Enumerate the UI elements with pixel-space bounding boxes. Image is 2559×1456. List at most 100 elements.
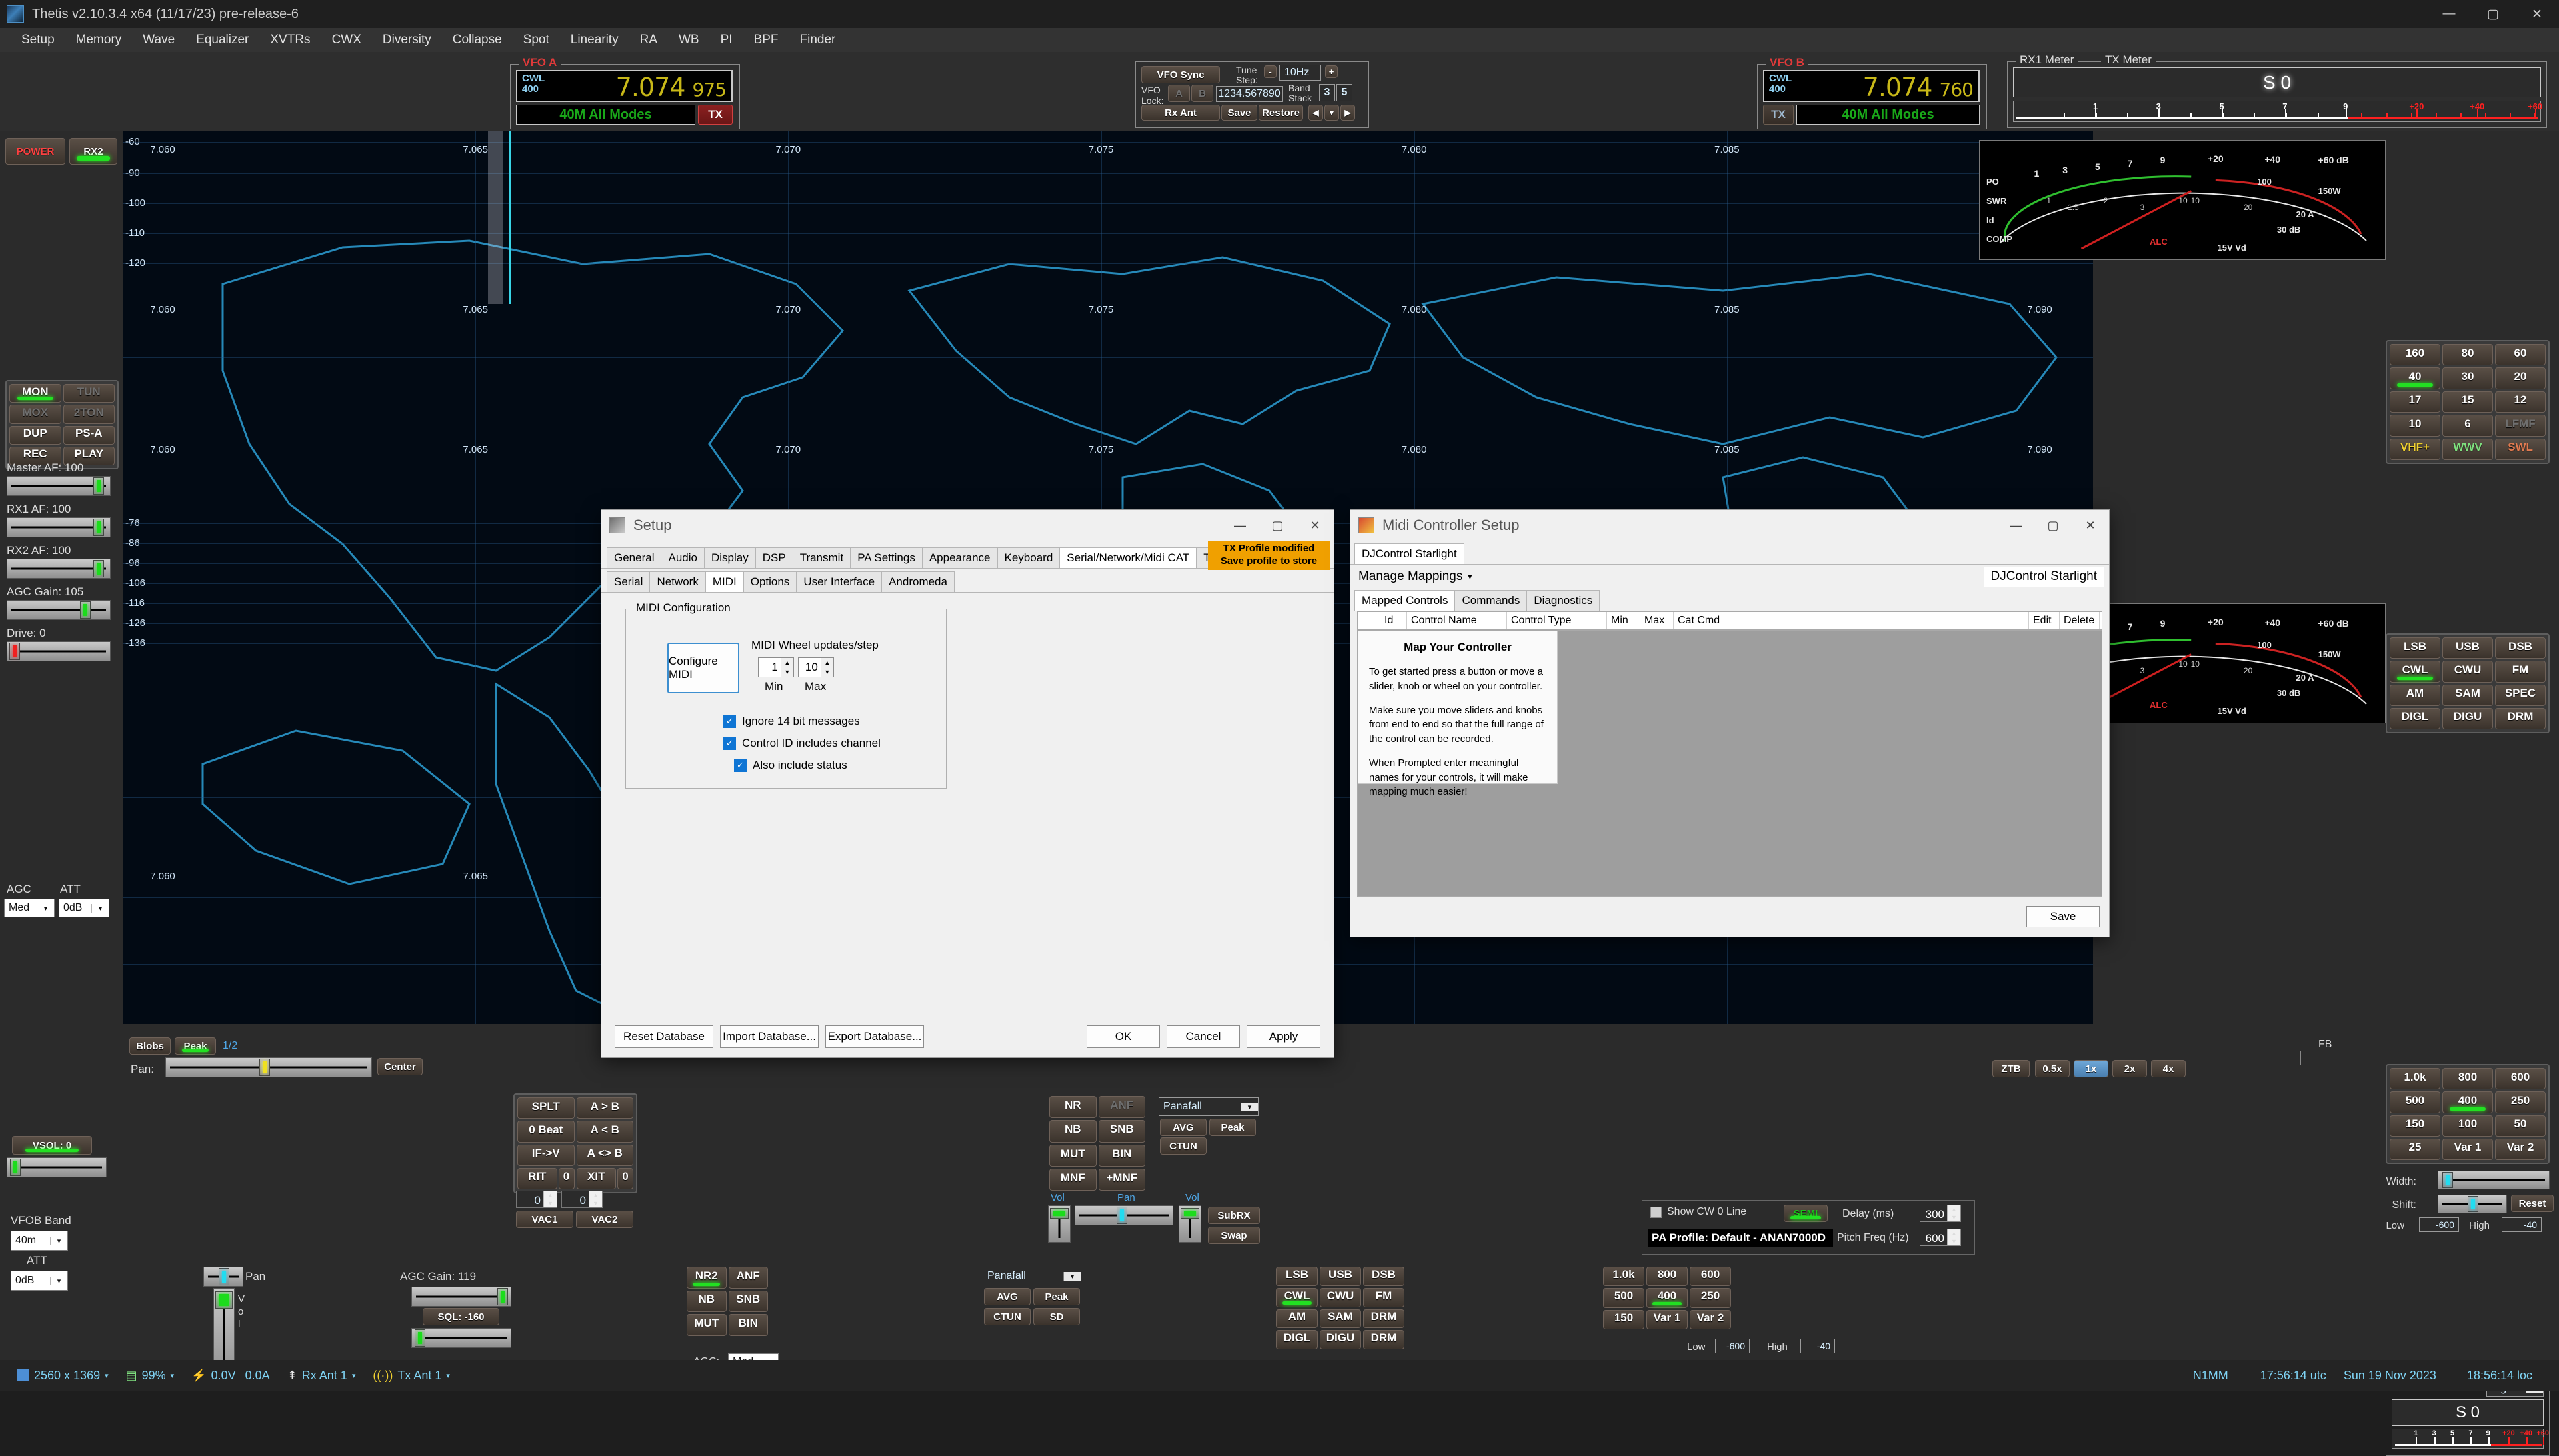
- rx2-mode-button-lsb[interactable]: LSB: [1276, 1267, 1318, 1286]
- af-slider-1[interactable]: [7, 517, 111, 537]
- rx1-pan-slider[interactable]: [1075, 1205, 1173, 1225]
- restore-button[interactable]: Restore: [1259, 105, 1303, 121]
- grid-column-blank-7[interactable]: [2020, 612, 2029, 629]
- dsp-rx1-nb[interactable]: NB: [1049, 1120, 1097, 1143]
- tune-step-value[interactable]: 10Hz: [1280, 65, 1321, 81]
- menu-item-equalizer[interactable]: Equalizer: [185, 30, 259, 50]
- setup-subtab-network[interactable]: Network: [649, 571, 706, 592]
- band-button-swl[interactable]: SWL: [2495, 438, 2546, 460]
- rx2-filter-button-600[interactable]: 600: [1690, 1267, 1731, 1287]
- vfo-lock-a-button[interactable]: A: [1168, 85, 1190, 102]
- zoom-button-4x[interactable]: 4x: [2151, 1060, 2186, 1077]
- setup-import-database--button[interactable]: Import Database...: [720, 1025, 819, 1048]
- rx2-mode-button-am[interactable]: AM: [1276, 1309, 1318, 1329]
- grid-column-blank-0[interactable]: [1358, 612, 1380, 629]
- pad-button-ps-a[interactable]: PS-A: [63, 425, 115, 445]
- midi-tab-commands[interactable]: Commands: [1454, 590, 1528, 611]
- filter-high-value[interactable]: -40: [2502, 1217, 2542, 1232]
- band-button-60[interactable]: 60: [2495, 344, 2546, 366]
- mode-button-sam[interactable]: SAM: [2442, 684, 2493, 706]
- rx2-mode-button-drm[interactable]: DRM: [1363, 1330, 1404, 1349]
- pitch-value[interactable]: 600: [1920, 1229, 1947, 1245]
- manage-mappings-menu[interactable]: Manage Mappings ▾: [1358, 569, 1472, 584]
- peak-button[interactable]: Peak: [175, 1037, 216, 1055]
- mode-button-fm[interactable]: FM: [2495, 661, 2546, 683]
- vfo-pad-if-v[interactable]: IF->V: [517, 1144, 575, 1166]
- filter-button-50[interactable]: 50: [2495, 1115, 2546, 1137]
- rx2-button[interactable]: RX2: [69, 138, 117, 165]
- show-cw-zero-checkbox[interactable]: [1650, 1206, 1662, 1218]
- semi-button[interactable]: SEMI: [1784, 1205, 1828, 1222]
- mapped-controls-grid-body[interactable]: Map Your Controller To get started press…: [1357, 630, 2102, 897]
- mode-button-lsb[interactable]: LSB: [2390, 637, 2440, 659]
- filter-button-150[interactable]: 150: [2390, 1115, 2440, 1137]
- menu-item-linearity[interactable]: Linearity: [560, 30, 629, 50]
- midi-minimize-button[interactable]: —: [1997, 510, 2034, 541]
- midi-checkbox-0[interactable]: ✓: [723, 715, 736, 728]
- mode-button-digu[interactable]: DIGU: [2442, 707, 2493, 729]
- rx1-display-mode-select[interactable]: Panafall ▾: [1159, 1097, 1259, 1116]
- vfo-a-tx-button[interactable]: TX: [698, 105, 733, 125]
- zoom-button-1x[interactable]: 1x: [2074, 1060, 2108, 1077]
- pad-button-tun[interactable]: TUN: [63, 384, 115, 403]
- band-button-10[interactable]: 10: [2390, 415, 2440, 437]
- mode-button-drm[interactable]: DRM: [2495, 707, 2546, 729]
- filter-button-100[interactable]: 100: [2442, 1115, 2493, 1137]
- rx2-mode-button-cwl[interactable]: CWL: [1276, 1287, 1318, 1307]
- pan-slider[interactable]: [165, 1057, 372, 1077]
- mode-button-usb[interactable]: USB: [2442, 637, 2493, 659]
- vfo-a-frequency-display[interactable]: CWL 400 7.074 975: [516, 70, 733, 102]
- att-select[interactable]: 0dB ▾: [59, 899, 109, 917]
- grid-column-min[interactable]: Min: [1607, 612, 1640, 629]
- menu-item-finder[interactable]: Finder: [789, 30, 847, 50]
- menu-item-wave[interactable]: Wave: [132, 30, 185, 50]
- midi-maximize-button[interactable]: ▢: [2034, 510, 2072, 541]
- dsp-rx2-bin[interactable]: BIN: [728, 1314, 768, 1336]
- band-button-17[interactable]: 17: [2390, 391, 2440, 413]
- rx1-ctun-button[interactable]: CTUN: [1160, 1137, 1207, 1155]
- rit-spinner[interactable]: ▲ ▼: [543, 1191, 557, 1207]
- pad-button-2ton[interactable]: 2TON: [63, 405, 115, 424]
- vsql-button[interactable]: VSQL: 0: [12, 1136, 92, 1155]
- rx2-filter-button-var-1[interactable]: Var 1: [1646, 1309, 1688, 1329]
- vfo-pad-splt[interactable]: SPLT: [517, 1097, 575, 1119]
- mode-button-spec[interactable]: SPEC: [2495, 684, 2546, 706]
- setup-apply-button[interactable]: Apply: [1247, 1025, 1320, 1048]
- menu-item-diversity[interactable]: Diversity: [372, 30, 442, 50]
- rx2-filter-button-800[interactable]: 800: [1646, 1267, 1688, 1287]
- setup-tab-pa-settings[interactable]: PA Settings: [850, 547, 923, 568]
- menu-item-setup[interactable]: Setup: [11, 30, 65, 50]
- dsp-rx2-anf[interactable]: ANF: [728, 1267, 768, 1289]
- close-button[interactable]: ✕: [2515, 0, 2559, 28]
- power-button[interactable]: POWER: [5, 138, 65, 165]
- xit-value[interactable]: 0: [562, 1191, 589, 1207]
- blobs-button[interactable]: Blobs: [129, 1037, 171, 1055]
- rit-value[interactable]: 0: [517, 1191, 543, 1207]
- rx2-filter-button-var-2[interactable]: Var 2: [1690, 1309, 1731, 1329]
- dsp-rx1-bin[interactable]: BIN: [1098, 1144, 1145, 1167]
- rx2-ctun-button[interactable]: CTUN: [984, 1308, 1031, 1325]
- ztb-button[interactable]: ZTB: [1992, 1060, 2030, 1077]
- dsp-rx1-snb[interactable]: SNB: [1098, 1120, 1145, 1143]
- grid-column-id[interactable]: Id: [1380, 612, 1407, 629]
- delay-value[interactable]: 300: [1920, 1205, 1947, 1221]
- rx2-mode-button-dsb[interactable]: DSB: [1363, 1267, 1404, 1286]
- rit-button[interactable]: RIT: [517, 1167, 557, 1189]
- vac1-button[interactable]: VAC1: [516, 1211, 573, 1228]
- rx2-filter-high-value[interactable]: -40: [1800, 1339, 1835, 1353]
- resolution-status[interactable]: 2560 x 1369 ▾: [17, 1369, 109, 1383]
- midi-tab-diagnostics[interactable]: Diagnostics: [1526, 590, 1600, 611]
- midi-wheel-min-spinner[interactable]: ▲ ▼: [780, 658, 793, 677]
- slider-thumb[interactable]: [93, 519, 104, 536]
- pitch-spinner[interactable]: ▲ ▼: [1947, 1229, 1960, 1245]
- rx2-avg-button[interactable]: AVG: [984, 1288, 1031, 1305]
- dsp-rx2-snb[interactable]: SNB: [728, 1290, 768, 1313]
- center-button[interactable]: Center: [377, 1058, 423, 1075]
- setup-export-database--button[interactable]: Export Database...: [825, 1025, 924, 1048]
- dsp-rx2-mut[interactable]: MUT: [687, 1314, 727, 1336]
- fb-slider[interactable]: [2300, 1051, 2364, 1065]
- filter-button-500[interactable]: 500: [2390, 1091, 2440, 1113]
- filter-button-800[interactable]: 800: [2442, 1068, 2493, 1090]
- setup-tab-display[interactable]: Display: [703, 547, 756, 568]
- subrx-button[interactable]: SubRX: [1208, 1207, 1260, 1224]
